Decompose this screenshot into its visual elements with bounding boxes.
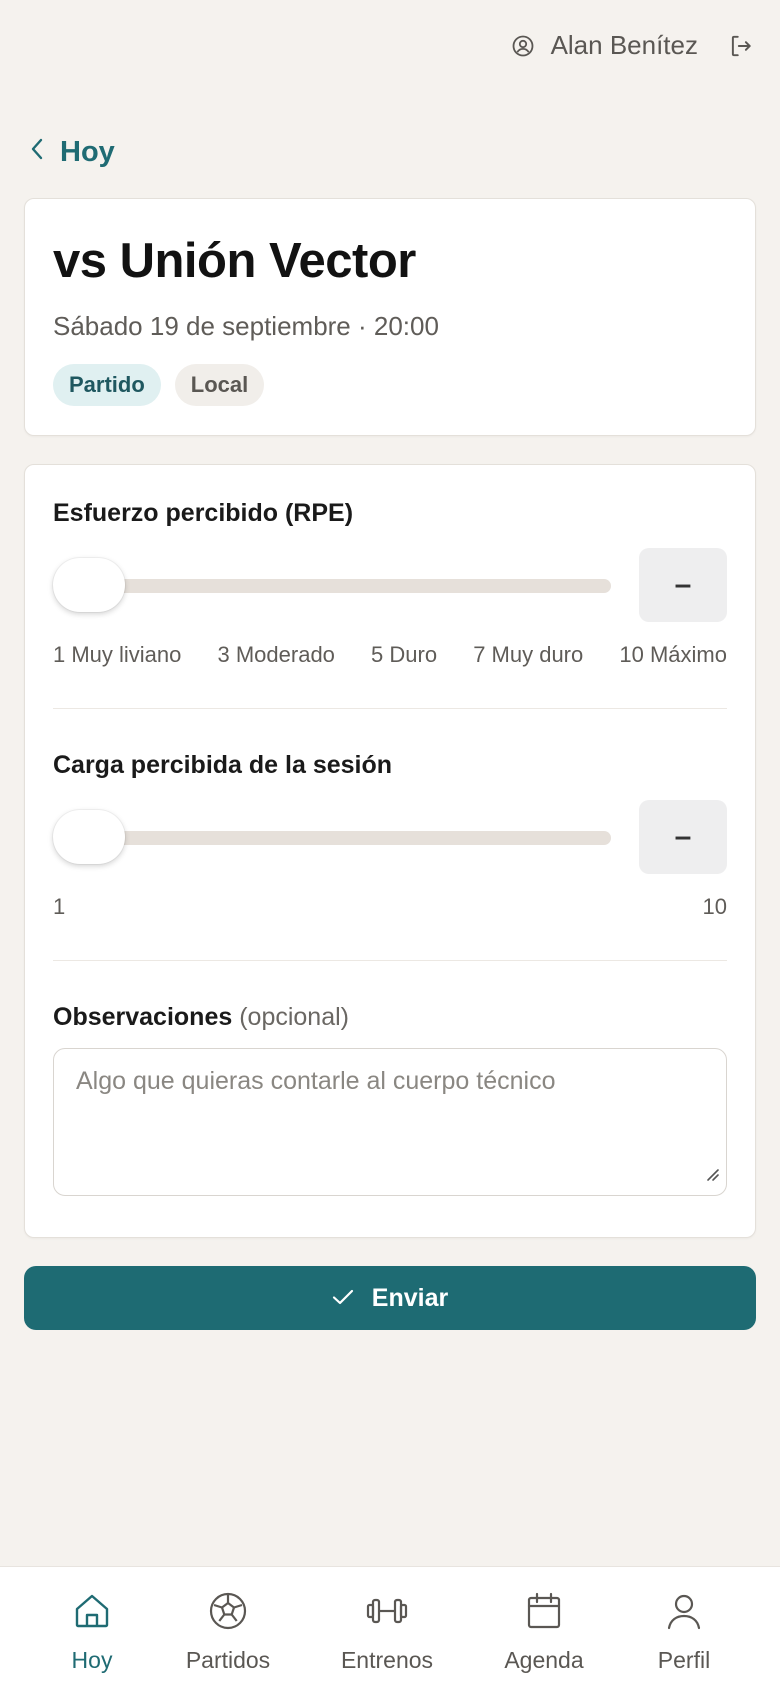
rpe-slider-track[interactable] xyxy=(53,579,611,593)
event-card: vs Unión Vector Sábado 19 de septiembre … xyxy=(24,198,756,436)
match-feedback-screen: Alan Benítez Hoy vs Unión Vector Sábado … xyxy=(0,0,780,1688)
rpe-scale-label: 10 Máximo xyxy=(619,642,727,667)
carga-section: Carga percibida de la sesión – 1 10 xyxy=(53,709,727,960)
submit-button[interactable]: Enviar xyxy=(24,1266,756,1330)
rpe-scale-label: 3 Moderado xyxy=(217,642,335,667)
nav-item-hoy[interactable]: Hoy xyxy=(22,1591,162,1674)
observaciones-label: Observaciones (opcional) xyxy=(53,1003,727,1032)
observaciones-placeholder: Algo que quieras contarle al cuerpo técn… xyxy=(76,1067,556,1095)
rpe-section: Esfuerzo percibido (RPE) – 1 Muy liviano… xyxy=(53,465,727,708)
carga-scale: 1 10 xyxy=(53,894,727,920)
rpe-scale-label: 1 Muy liviano xyxy=(53,642,182,667)
soccer-ball-icon xyxy=(208,1591,248,1637)
nav-label: Partidos xyxy=(185,1647,271,1673)
bottom-nav: Hoy Partidos Entrenos Agenda Perfil xyxy=(0,1566,780,1688)
user-icon xyxy=(664,1591,704,1637)
check-icon xyxy=(332,1284,354,1313)
observaciones-label-text: Observaciones xyxy=(53,1003,233,1031)
rpe-slider-thumb[interactable] xyxy=(53,558,125,612)
rpe-slider-row: – xyxy=(53,548,727,622)
rpe-value: – xyxy=(639,548,727,622)
user-menu[interactable]: Alan Benítez xyxy=(511,30,698,61)
carga-label: Carga percibida de la sesión xyxy=(53,751,393,779)
rpe-scale-label: 5 Duro xyxy=(371,642,438,667)
rpe-label: Esfuerzo percibido (RPE) xyxy=(53,499,354,527)
nav-item-perfil[interactable]: Perfil xyxy=(614,1591,754,1674)
logout-icon[interactable] xyxy=(728,33,754,59)
carga-slider-thumb[interactable] xyxy=(53,810,125,864)
home-icon xyxy=(72,1591,112,1637)
carga-value: – xyxy=(639,800,727,874)
calendar-icon xyxy=(524,1591,564,1637)
top-bar: Alan Benítez xyxy=(511,30,754,61)
nav-item-agenda[interactable]: Agenda xyxy=(474,1591,614,1674)
event-datetime: Sábado 19 de septiembre · 20:00 xyxy=(53,311,439,341)
nav-label: Agenda xyxy=(504,1647,584,1673)
carga-slider-row: – xyxy=(53,800,727,874)
back-link-label: Hoy xyxy=(60,136,115,168)
nav-label: Entrenos xyxy=(340,1647,434,1673)
user-name: Alan Benítez xyxy=(550,30,698,60)
submit-label: Enviar xyxy=(371,1283,449,1312)
event-tags: Partido Local xyxy=(53,364,727,406)
account-circle-icon xyxy=(511,34,535,58)
observaciones-textarea[interactable]: Algo que quieras contarle al cuerpo técn… xyxy=(53,1048,727,1196)
rpe-scale: 1 Muy liviano 3 Moderado 5 Duro 7 Muy du… xyxy=(53,642,727,668)
chevron-left-icon xyxy=(28,136,46,169)
tag-partido: Partido xyxy=(53,364,161,406)
dumbbell-icon xyxy=(365,1591,409,1637)
tag-local: Local xyxy=(174,364,265,406)
observaciones-optional: (opcional) xyxy=(239,1003,349,1031)
rpe-scale-label: 7 Muy duro xyxy=(473,642,584,667)
carga-max-label: 10 xyxy=(702,894,727,919)
observaciones-section: Observaciones (opcional) Algo que quiera… xyxy=(53,961,727,1196)
nav-item-partidos[interactable]: Partidos xyxy=(158,1591,298,1674)
resize-grip-icon[interactable] xyxy=(704,1160,720,1189)
nav-label: Hoy xyxy=(71,1647,113,1673)
event-title: vs Unión Vector xyxy=(53,234,416,288)
carga-min-label: 1 xyxy=(53,894,66,919)
feedback-form: Esfuerzo percibido (RPE) – 1 Muy liviano… xyxy=(24,464,756,1238)
nav-label: Perfil xyxy=(657,1647,711,1673)
back-link[interactable]: Hoy xyxy=(28,136,115,169)
nav-item-entrenos[interactable]: Entrenos xyxy=(317,1591,457,1674)
carga-slider-track[interactable] xyxy=(53,831,611,845)
